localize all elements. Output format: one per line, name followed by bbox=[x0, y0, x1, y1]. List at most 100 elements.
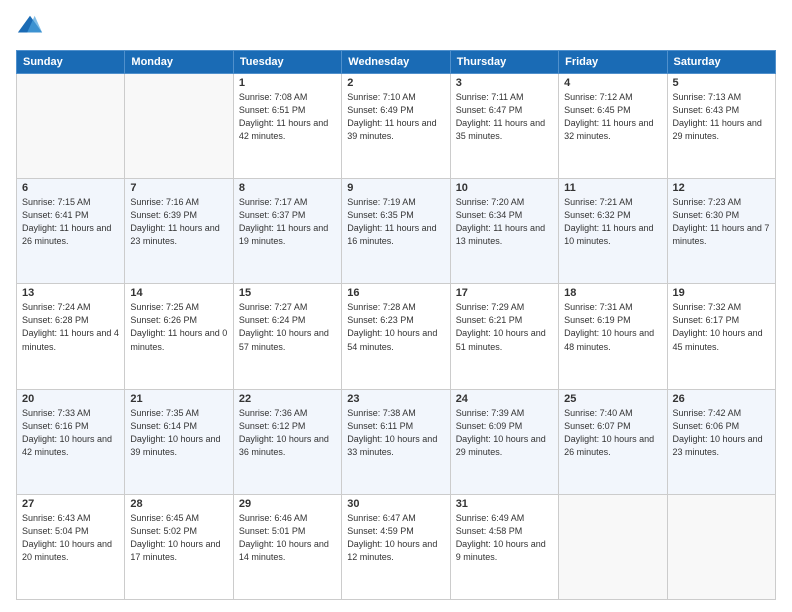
day-info: Sunrise: 7:19 AM Sunset: 6:35 PM Dayligh… bbox=[347, 196, 444, 248]
weekday-header: Wednesday bbox=[342, 51, 450, 74]
day-info: Sunrise: 7:32 AM Sunset: 6:17 PM Dayligh… bbox=[673, 301, 770, 353]
weekday-header: Saturday bbox=[667, 51, 775, 74]
logo-icon bbox=[16, 12, 44, 40]
day-info: Sunrise: 6:43 AM Sunset: 5:04 PM Dayligh… bbox=[22, 512, 119, 564]
day-info: Sunrise: 7:13 AM Sunset: 6:43 PM Dayligh… bbox=[673, 91, 770, 143]
calendar-cell: 26 Sunrise: 7:42 AM Sunset: 6:06 PM Dayli… bbox=[667, 389, 775, 494]
calendar-cell: 23 Sunrise: 7:38 AM Sunset: 6:11 PM Dayli… bbox=[342, 389, 450, 494]
day-number: 22 bbox=[239, 393, 336, 405]
day-info: Sunrise: 7:38 AM Sunset: 6:11 PM Dayligh… bbox=[347, 407, 444, 459]
calendar-cell: 10 Sunrise: 7:20 AM Sunset: 6:34 PM Dayli… bbox=[450, 179, 558, 284]
logo bbox=[16, 12, 48, 40]
calendar-cell bbox=[559, 494, 667, 599]
weekday-header: Sunday bbox=[17, 51, 125, 74]
day-info: Sunrise: 7:20 AM Sunset: 6:34 PM Dayligh… bbox=[456, 196, 553, 248]
day-number: 31 bbox=[456, 498, 553, 510]
day-info: Sunrise: 7:29 AM Sunset: 6:21 PM Dayligh… bbox=[456, 301, 553, 353]
calendar-cell: 29 Sunrise: 6:46 AM Sunset: 5:01 PM Dayli… bbox=[233, 494, 341, 599]
calendar-week-row: 1 Sunrise: 7:08 AM Sunset: 6:51 PM Daylig… bbox=[17, 74, 776, 179]
day-info: Sunrise: 7:24 AM Sunset: 6:28 PM Dayligh… bbox=[22, 301, 119, 353]
day-number: 29 bbox=[239, 498, 336, 510]
day-number: 8 bbox=[239, 182, 336, 194]
calendar-cell: 3 Sunrise: 7:11 AM Sunset: 6:47 PM Daylig… bbox=[450, 74, 558, 179]
day-info: Sunrise: 7:27 AM Sunset: 6:24 PM Dayligh… bbox=[239, 301, 336, 353]
day-number: 24 bbox=[456, 393, 553, 405]
calendar-cell: 7 Sunrise: 7:16 AM Sunset: 6:39 PM Daylig… bbox=[125, 179, 233, 284]
day-number: 21 bbox=[130, 393, 227, 405]
calendar-week-row: 13 Sunrise: 7:24 AM Sunset: 6:28 PM Dayli… bbox=[17, 284, 776, 389]
day-number: 28 bbox=[130, 498, 227, 510]
calendar-cell: 13 Sunrise: 7:24 AM Sunset: 6:28 PM Dayli… bbox=[17, 284, 125, 389]
calendar-cell: 5Sunrise: 7:13 AM Sunset: 6:43 PM Daylig… bbox=[667, 74, 775, 179]
day-info: Sunrise: 7:36 AM Sunset: 6:12 PM Dayligh… bbox=[239, 407, 336, 459]
day-info: Sunrise: 6:45 AM Sunset: 5:02 PM Dayligh… bbox=[130, 512, 227, 564]
day-number: 1 bbox=[239, 77, 336, 89]
day-info: Sunrise: 7:42 AM Sunset: 6:06 PM Dayligh… bbox=[673, 407, 770, 459]
calendar-cell: 11 Sunrise: 7:21 AM Sunset: 6:32 PM Dayli… bbox=[559, 179, 667, 284]
calendar-table: SundayMondayTuesdayWednesdayThursdayFrid… bbox=[16, 50, 776, 600]
weekday-header: Thursday bbox=[450, 51, 558, 74]
day-number: 4 bbox=[564, 77, 661, 89]
calendar-cell: 27 Sunrise: 6:43 AM Sunset: 5:04 PM Dayli… bbox=[17, 494, 125, 599]
day-info: Sunrise: 7:35 AM Sunset: 6:14 PM Dayligh… bbox=[130, 407, 227, 459]
calendar-cell: 31 Sunrise: 6:49 AM Sunset: 4:58 PM Dayli… bbox=[450, 494, 558, 599]
day-number: 26 bbox=[673, 393, 770, 405]
day-info: Sunrise: 7:12 AM Sunset: 6:45 PM Dayligh… bbox=[564, 91, 661, 143]
day-number: 2 bbox=[347, 77, 444, 89]
day-number: 12 bbox=[673, 182, 770, 194]
day-info: Sunrise: 7:11 AM Sunset: 6:47 PM Dayligh… bbox=[456, 91, 553, 143]
calendar-week-row: 27 Sunrise: 6:43 AM Sunset: 5:04 PM Dayli… bbox=[17, 494, 776, 599]
calendar-cell: 16Sunrise: 7:28 AM Sunset: 6:23 PM Dayli… bbox=[342, 284, 450, 389]
day-info: Sunrise: 7:17 AM Sunset: 6:37 PM Dayligh… bbox=[239, 196, 336, 248]
day-number: 13 bbox=[22, 287, 119, 299]
day-info: Sunrise: 7:15 AM Sunset: 6:41 PM Dayligh… bbox=[22, 196, 119, 248]
day-number: 30 bbox=[347, 498, 444, 510]
day-number: 27 bbox=[22, 498, 119, 510]
day-number: 11 bbox=[564, 182, 661, 194]
day-info: Sunrise: 7:40 AM Sunset: 6:07 PM Dayligh… bbox=[564, 407, 661, 459]
day-number: 20 bbox=[22, 393, 119, 405]
calendar-cell: 14Sunrise: 7:25 AM Sunset: 6:26 PM Dayli… bbox=[125, 284, 233, 389]
day-number: 19 bbox=[673, 287, 770, 299]
day-info: Sunrise: 7:25 AM Sunset: 6:26 PM Dayligh… bbox=[130, 301, 227, 353]
page: SundayMondayTuesdayWednesdayThursdayFrid… bbox=[0, 0, 792, 612]
day-number: 6 bbox=[22, 182, 119, 194]
day-info: Sunrise: 7:28 AM Sunset: 6:23 PM Dayligh… bbox=[347, 301, 444, 353]
day-info: Sunrise: 7:39 AM Sunset: 6:09 PM Dayligh… bbox=[456, 407, 553, 459]
day-info: Sunrise: 7:21 AM Sunset: 6:32 PM Dayligh… bbox=[564, 196, 661, 248]
day-number: 23 bbox=[347, 393, 444, 405]
calendar-cell: 28 Sunrise: 6:45 AM Sunset: 5:02 PM Dayli… bbox=[125, 494, 233, 599]
header bbox=[16, 12, 776, 40]
calendar-cell bbox=[125, 74, 233, 179]
day-number: 7 bbox=[130, 182, 227, 194]
header-row: SundayMondayTuesdayWednesdayThursdayFrid… bbox=[17, 51, 776, 74]
calendar-cell: 20 Sunrise: 7:33 AM Sunset: 6:16 PM Dayli… bbox=[17, 389, 125, 494]
weekday-header: Monday bbox=[125, 51, 233, 74]
day-info: Sunrise: 6:46 AM Sunset: 5:01 PM Dayligh… bbox=[239, 512, 336, 564]
calendar-cell: 8 Sunrise: 7:17 AM Sunset: 6:37 PM Daylig… bbox=[233, 179, 341, 284]
calendar-cell: 12 Sunrise: 7:23 AM Sunset: 6:30 PM Dayli… bbox=[667, 179, 775, 284]
day-info: Sunrise: 7:16 AM Sunset: 6:39 PM Dayligh… bbox=[130, 196, 227, 248]
calendar-cell: 6 Sunrise: 7:15 AM Sunset: 6:41 PM Daylig… bbox=[17, 179, 125, 284]
day-info: Sunrise: 7:23 AM Sunset: 6:30 PM Dayligh… bbox=[673, 196, 770, 248]
calendar-cell: 22 Sunrise: 7:36 AM Sunset: 6:12 PM Dayli… bbox=[233, 389, 341, 494]
calendar-cell: 9 Sunrise: 7:19 AM Sunset: 6:35 PM Daylig… bbox=[342, 179, 450, 284]
calendar-cell: 24 Sunrise: 7:39 AM Sunset: 6:09 PM Dayli… bbox=[450, 389, 558, 494]
calendar-cell: 25 Sunrise: 7:40 AM Sunset: 6:07 PM Dayli… bbox=[559, 389, 667, 494]
calendar-cell bbox=[17, 74, 125, 179]
day-number: 9 bbox=[347, 182, 444, 194]
day-info: Sunrise: 6:47 AM Sunset: 4:59 PM Dayligh… bbox=[347, 512, 444, 564]
day-info: Sunrise: 6:49 AM Sunset: 4:58 PM Dayligh… bbox=[456, 512, 553, 564]
calendar-cell: 17 Sunrise: 7:29 AM Sunset: 6:21 PM Dayli… bbox=[450, 284, 558, 389]
weekday-header: Tuesday bbox=[233, 51, 341, 74]
day-info: Sunrise: 7:33 AM Sunset: 6:16 PM Dayligh… bbox=[22, 407, 119, 459]
day-number: 25 bbox=[564, 393, 661, 405]
day-info: Sunrise: 7:08 AM Sunset: 6:51 PM Dayligh… bbox=[239, 91, 336, 143]
day-number: 3 bbox=[456, 77, 553, 89]
calendar-cell: 21 Sunrise: 7:35 AM Sunset: 6:14 PM Dayli… bbox=[125, 389, 233, 494]
calendar-cell: 19 Sunrise: 7:32 AM Sunset: 6:17 PM Dayli… bbox=[667, 284, 775, 389]
weekday-header: Friday bbox=[559, 51, 667, 74]
calendar-week-row: 6 Sunrise: 7:15 AM Sunset: 6:41 PM Daylig… bbox=[17, 179, 776, 284]
day-number: 17 bbox=[456, 287, 553, 299]
day-number: 10 bbox=[456, 182, 553, 194]
